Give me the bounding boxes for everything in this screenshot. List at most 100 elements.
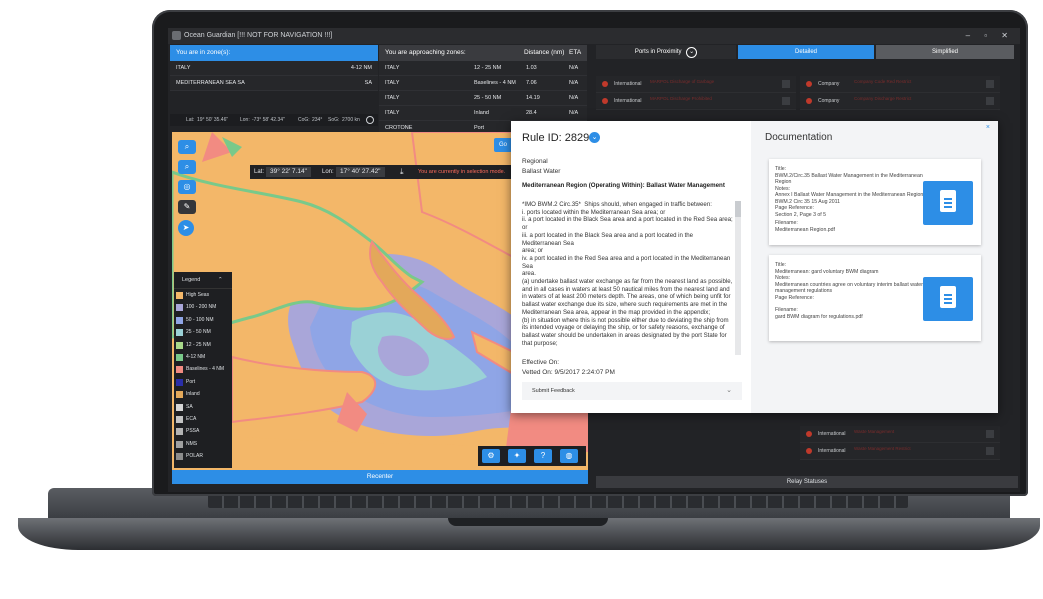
rule-row[interactable]: Company Company Discharge Restrict — [800, 93, 1000, 110]
legend-item[interactable]: Baselines - 4 NM — [174, 363, 232, 375]
target-icon[interactable] — [366, 116, 374, 124]
legend-item[interactable]: PSSA — [174, 425, 232, 437]
rule-info-icon[interactable] — [986, 97, 994, 105]
rule-scope: Regional — [522, 158, 548, 165]
chevron-down-icon[interactable]: ⌄ — [686, 47, 698, 58]
tab-detailed[interactable]: Detailed — [738, 45, 874, 59]
document-meta: Title: Mediterranean: gard voluntary BWM… — [775, 262, 925, 320]
lon-value: -73° 58' 42.34" — [252, 117, 285, 123]
rule-row[interactable]: International Waste Management Restrict — [800, 443, 1000, 460]
go-button[interactable]: Go — [494, 138, 512, 152]
approach-row[interactable]: ITALY 25 - 50 NM 14.19 N/A — [379, 91, 587, 106]
legend-item[interactable]: 50 - 100 NM — [174, 314, 232, 326]
compass-icon[interactable]: ◎ — [178, 180, 196, 194]
approach-row[interactable]: ITALY Baselines - 4 NM 7.06 N/A — [379, 76, 587, 91]
rule-row[interactable]: International Waste Management — [800, 426, 1000, 443]
rule-info-icon[interactable] — [986, 430, 994, 438]
zone-name: MEDITERRANEAN SEA SA — [176, 80, 245, 86]
legend-item[interactable]: NMS — [174, 438, 232, 450]
chevron-down-icon[interactable]: ⌄ — [726, 382, 732, 400]
globe-icon[interactable]: ◍ — [560, 449, 578, 463]
approach-eta: N/A — [569, 80, 579, 86]
legend-item[interactable]: POLAR — [174, 450, 232, 462]
approach-distance: 14.19 — [526, 95, 540, 101]
zones-approaching-title: You are approaching zones: — [385, 49, 466, 56]
legend-item[interactable]: Inland — [174, 388, 232, 400]
zone-value: SA — [364, 80, 372, 86]
scroll-thumb[interactable] — [735, 201, 741, 217]
approach-zone: Baselines - 4 NM — [474, 80, 516, 86]
tab-simplified[interactable]: Simplified — [876, 45, 1014, 59]
close-icon[interactable]: × — [986, 124, 990, 131]
documentation-pane: Documentation × Title: BWM.2/Circ.35 Bal… — [751, 121, 998, 413]
document-card[interactable]: Title: Mediterranean: gard voluntary BWM… — [769, 255, 981, 341]
rule-info-icon[interactable] — [782, 97, 790, 105]
legend-item[interactable]: ECA — [174, 413, 232, 425]
cog-value: 234° — [312, 117, 323, 123]
legend-label: 12 - 25 NM — [186, 341, 211, 348]
rule-detail-pane: Rule ID: 2829 ⌄ Regional Ballast Water M… — [511, 121, 751, 413]
rule-info-icon[interactable] — [986, 80, 994, 88]
legend-header[interactable]: Legend ⌃ — [174, 272, 232, 289]
chevron-up-icon[interactable]: ⌃ — [218, 272, 223, 288]
legend-item[interactable]: SA — [174, 401, 232, 413]
window-controls[interactable]: – ▫ ✕ — [966, 28, 1014, 44]
pointer-icon[interactable]: ➤ — [178, 220, 194, 236]
legend-label: Port — [186, 378, 196, 385]
effective-on: Effective On: — [522, 359, 560, 366]
rule-row[interactable]: Company Company Code Red Restrict — [800, 76, 1000, 93]
legend-label: ECA — [186, 415, 197, 422]
lightbulb-icon[interactable]: ✦ — [508, 449, 526, 463]
distance-column-header: Distance (nm) — [524, 49, 565, 56]
document-open-button[interactable] — [923, 277, 973, 321]
doc-notes-value: Annex I Ballast Water Management in the … — [775, 192, 924, 205]
legend-swatch — [176, 391, 183, 399]
map-lat-input[interactable]: 39° 22' 7.14" — [266, 167, 311, 177]
zoom-in-icon[interactable]: ⌕ — [178, 140, 196, 154]
recenter-button[interactable]: Recenter — [172, 470, 588, 484]
download-icon[interactable]: ⤓ — [400, 165, 404, 179]
rule-scope: Company — [818, 81, 840, 87]
rule-info-icon[interactable] — [782, 80, 790, 88]
zone-row[interactable]: MEDITERRANEAN SEA SA SA — [170, 76, 378, 91]
lat-value: 19° 50' 35.46" — [197, 117, 229, 123]
rule-row[interactable]: International MARPOL Discharge of Garbage — [596, 76, 796, 93]
rule-row[interactable]: International MARPOL Discharge Prohibited — [596, 93, 796, 110]
legend-item[interactable]: 12 - 25 NM — [174, 339, 232, 351]
zoom-out-icon[interactable]: ⌕ — [178, 160, 196, 174]
legend-item[interactable]: 100 - 200 NM — [174, 301, 232, 313]
approach-row[interactable]: ITALY Inland 28.4 N/A — [379, 106, 587, 121]
rule-body-scrollbar[interactable] — [735, 201, 741, 355]
zone-row[interactable]: ITALY 4-12 NM — [170, 61, 378, 76]
relay-statuses-bar[interactable]: Relay Statuses — [596, 476, 1018, 488]
document-open-button[interactable] — [923, 181, 973, 225]
gear-icon[interactable]: ⚙ — [482, 449, 500, 463]
doc-page-label: Page Reference: — [775, 294, 814, 301]
help-icon[interactable]: ? — [534, 449, 552, 463]
legend-item[interactable]: 4-12 NM — [174, 351, 232, 363]
approach-zone: 12 - 25 NM — [474, 65, 502, 71]
tab-ports-in-proximity[interactable]: Ports in Proximity ⌄ — [596, 45, 736, 59]
doc-title-value: BWM.2/Circ.35 Ballast Water Management i… — [775, 172, 923, 186]
legend-item[interactable]: Port — [174, 376, 232, 388]
submit-feedback[interactable]: Submit Feedback ⌄ — [522, 382, 742, 400]
chevron-down-icon[interactable]: ⌄ — [589, 132, 600, 143]
rule-detail-popup: Rule ID: 2829 ⌄ Regional Ballast Water M… — [511, 121, 998, 413]
legend-item[interactable]: 25 - 50 NM — [174, 326, 232, 338]
legend-swatch — [176, 341, 183, 349]
approach-row[interactable]: ITALY 12 - 25 NM 1.03 N/A — [379, 61, 587, 76]
rule-desc: MARPOL Discharge Prohibited — [650, 96, 712, 101]
rule-desc: Waste Management Restrict — [854, 446, 911, 451]
alert-icon — [806, 431, 812, 437]
rule-info-icon[interactable] — [986, 447, 994, 455]
zones-in-header: You are in zone(s): — [170, 45, 378, 61]
pencil-icon[interactable]: ✎ — [178, 200, 196, 214]
legend-item[interactable]: High Seas — [174, 289, 232, 301]
map-tool-column: ⌕ ⌕ ◎ ✎ ➤ — [178, 140, 202, 242]
map-lon-label: Lon: — [322, 169, 334, 175]
document-card[interactable]: Title: BWM.2/Circ.35 Ballast Water Manag… — [769, 159, 981, 245]
rule-title: Rule ID: 2829 — [522, 132, 590, 144]
alert-icon — [602, 81, 608, 87]
map-lon-input[interactable]: 17° 40' 27.42" — [336, 167, 385, 177]
legend-swatch — [176, 378, 183, 386]
